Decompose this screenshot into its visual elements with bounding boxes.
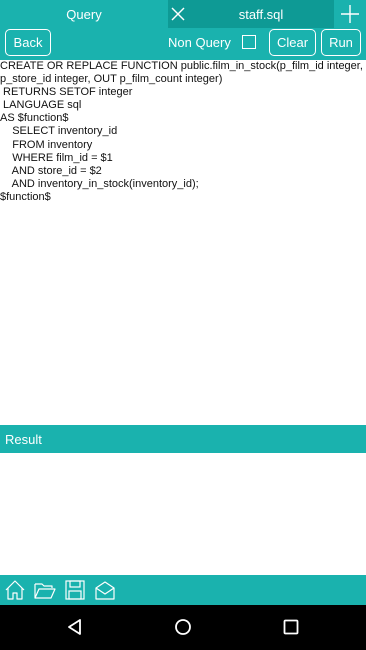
result-area (0, 453, 366, 575)
sql-editor[interactable]: CREATE OR REPLACE FUNCTION public.film_i… (0, 60, 366, 424)
mail-icon[interactable] (94, 579, 116, 601)
folder-icon[interactable] (34, 579, 56, 601)
tab-query[interactable]: Query (0, 0, 168, 28)
editor-line: SELECT inventory_id (0, 125, 118, 138)
editor-line: AS $function$ (0, 112, 69, 125)
system-navigation-bar (0, 605, 366, 650)
tab-staff-sql[interactable]: staff.sql (168, 0, 334, 28)
run-button[interactable]: Run (321, 29, 361, 56)
recents-square-icon[interactable] (281, 617, 301, 637)
clear-button-label: Clear (276, 35, 309, 50)
editor-line: $function$ (0, 190, 51, 203)
close-icon[interactable] (170, 6, 186, 22)
editor-line: p_store_id integer, OUT p_film_count int… (0, 73, 223, 86)
result-header: Result (0, 425, 366, 453)
editor-line: AND store_id = $2 (0, 164, 102, 177)
non-query-label: Non Query (168, 35, 231, 50)
editor-line: AND inventory_in_stock(inventory_id); (0, 177, 199, 190)
editor-line: FROM inventory (0, 138, 93, 151)
home-circle-icon[interactable] (173, 617, 193, 637)
app-header: Query staff.sql Back Non Query Clear Run (0, 0, 366, 60)
tab-staff-sql-label: staff.sql (238, 6, 284, 22)
bottom-toolbar (0, 575, 366, 605)
back-triangle-icon[interactable] (65, 617, 85, 637)
non-query-checkbox[interactable] (242, 35, 256, 49)
tab-bar: Query staff.sql (0, 0, 366, 28)
run-button-label: Run (329, 35, 353, 50)
query-toolbar: Back Non Query Clear Run (0, 28, 366, 60)
home-icon[interactable] (4, 579, 26, 601)
save-icon[interactable] (64, 579, 86, 601)
editor-line: WHERE film_id = $1 (0, 151, 113, 164)
tab-query-label: Query (66, 6, 102, 22)
clear-button[interactable]: Clear (269, 29, 316, 56)
editor-line: LANGUAGE sql (0, 99, 82, 112)
plus-icon (341, 5, 359, 23)
back-button-label: Back (13, 35, 43, 50)
editor-line: RETURNS SETOF integer (0, 86, 133, 99)
back-button[interactable]: Back (5, 29, 51, 56)
add-tab-button[interactable] (334, 0, 366, 28)
editor-line: CREATE OR REPLACE FUNCTION public.film_i… (0, 60, 363, 72)
result-header-label: Result (5, 431, 42, 447)
